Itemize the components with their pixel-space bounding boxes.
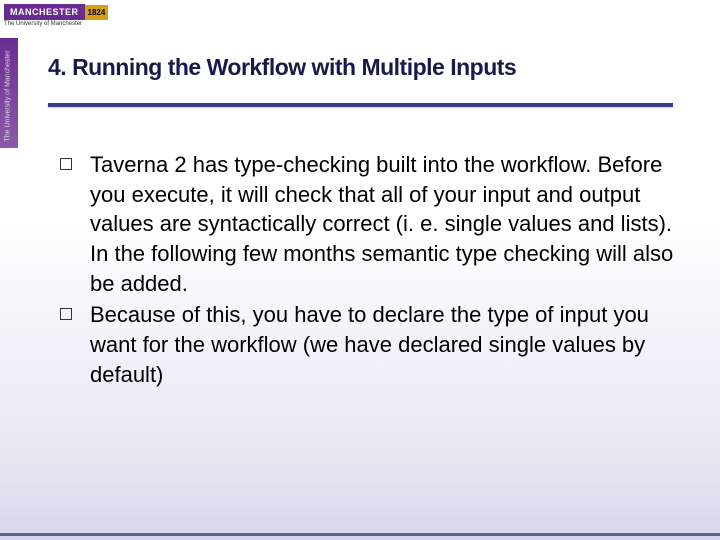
university-logo: MANCHESTER1824 The University of Manches…	[0, 0, 120, 38]
list-item: Taverna 2 has type-checking built into t…	[60, 150, 680, 298]
sidebar-text: The University of Manchester	[5, 42, 12, 142]
logo-name: MANCHESTER	[4, 4, 85, 20]
bullet-icon	[60, 308, 72, 320]
bullet-text: Because of this, you have to declare the…	[90, 300, 680, 389]
logo-year: 1824	[85, 5, 109, 20]
bullet-text: Taverna 2 has type-checking built into t…	[90, 150, 680, 298]
footer-line	[0, 533, 720, 536]
slide-title: 4. Running the Workflow with Multiple In…	[48, 54, 700, 81]
bullet-icon	[60, 158, 72, 170]
list-item: Because of this, you have to declare the…	[60, 300, 680, 389]
title-underline	[48, 103, 673, 107]
title-bar: 4. Running the Workflow with Multiple In…	[48, 54, 700, 107]
slide-content: Taverna 2 has type-checking built into t…	[60, 150, 680, 392]
logo-subtitle: The University of Manchester	[4, 21, 116, 27]
